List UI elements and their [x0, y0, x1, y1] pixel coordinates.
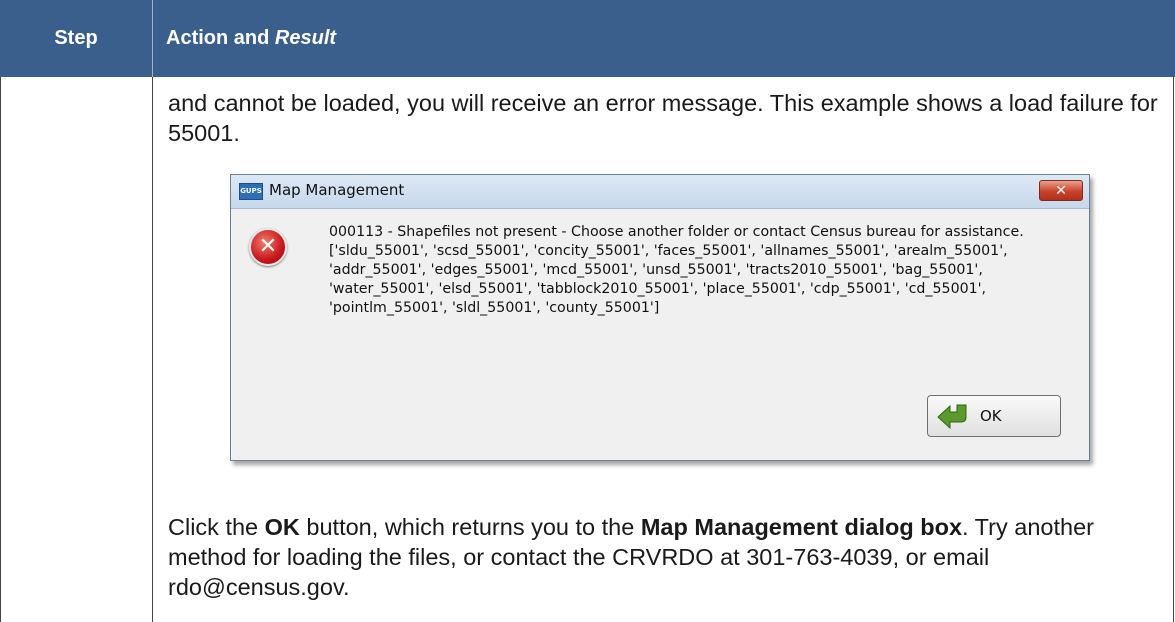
p2-text-2: button, which returns you to the [299, 514, 641, 540]
procedure-table: Step Action and Result and cannot be loa… [0, 0, 1175, 622]
header-action-label: Action and [166, 27, 270, 49]
dialog-title: Map Management [269, 181, 405, 199]
map-management-dialog: GUPS Map Management ✕ ✕ 000113 - Shapefi… [230, 174, 1090, 461]
gups-app-icon: GUPS [239, 183, 263, 200]
header-step-label: Step [54, 27, 98, 49]
error-icon: ✕ [249, 228, 287, 266]
p2-dialog-bold: Map Management dialog box [640, 514, 963, 540]
table-border-left [0, 77, 1, 622]
dialog-title-bar: GUPS Map Management ✕ [231, 175, 1089, 209]
header-action: Action and Result [153, 0, 1175, 77]
header-step: Step [0, 0, 153, 77]
green-arrow-icon [937, 404, 967, 430]
table-border-right [1173, 77, 1174, 622]
p2-ok-bold: OK [264, 514, 300, 540]
table-header: Step Action and Result [0, 0, 1175, 77]
paragraph-intro: and cannot be loaded, you will receive a… [168, 90, 1158, 146]
header-result-label: Result [274, 27, 337, 49]
p2-text-1: Click the [168, 514, 265, 540]
error-message: 000113 - Shapefiles not present - Choose… [329, 224, 1024, 316]
paragraph-instructions: Click the OK button, which returns you t… [168, 512, 1158, 602]
ok-button[interactable]: OK [927, 395, 1061, 437]
ok-label: OK [980, 407, 1002, 425]
close-button[interactable]: ✕ [1039, 180, 1083, 201]
table-border-middle [152, 77, 153, 622]
